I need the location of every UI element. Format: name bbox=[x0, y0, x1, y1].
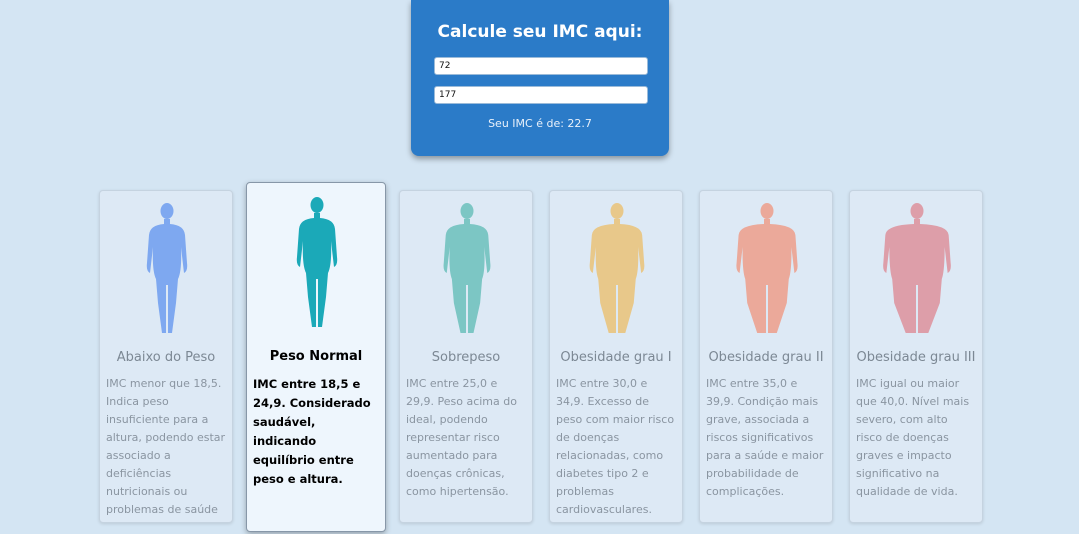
obese-3-body-icon bbox=[883, 203, 951, 333]
obese-1-body-icon bbox=[589, 203, 645, 333]
category-title: Obesidade grau III bbox=[856, 350, 976, 365]
overweight-body-icon bbox=[443, 203, 491, 333]
bmi-categories: Abaixo do Peso IMC menor que 18,5. Indic… bbox=[99, 182, 983, 532]
silhouette-body bbox=[736, 219, 798, 333]
imc-result: Seu IMC é de: 22.7 bbox=[488, 117, 592, 130]
category-description: IMC entre 25,0 e 29,9. Peso acima do ide… bbox=[406, 377, 517, 498]
category-card-underweight: Abaixo do Peso IMC menor que 18,5. Indic… bbox=[99, 190, 233, 523]
silhouette-head bbox=[310, 197, 324, 213]
silhouette-body bbox=[443, 219, 491, 333]
weight-input[interactable] bbox=[434, 57, 648, 75]
silhouette-head bbox=[610, 203, 624, 219]
silhouette-body bbox=[589, 219, 645, 333]
thin-body-icon bbox=[146, 203, 188, 333]
category-card-overweight: Sobrepeso IMC entre 25,0 e 29,9. Peso ac… bbox=[399, 190, 533, 523]
category-title: Obesidade grau I bbox=[560, 350, 672, 365]
silhouette-head bbox=[160, 203, 174, 219]
imc-calculator-panel: Calcule seu IMC aqui: Seu IMC é de: 22.7 bbox=[411, 0, 669, 156]
category-title: Peso Normal bbox=[269, 349, 363, 364]
obese-2-body-icon bbox=[736, 203, 798, 333]
silhouette bbox=[736, 203, 798, 333]
category-description: IMC entre 30,0 e 34,9. Excesso de peso c… bbox=[556, 377, 675, 516]
silhouette bbox=[443, 203, 491, 333]
category-card-obese-1: Obesidade grau I IMC entre 30,0 e 34,9. … bbox=[549, 190, 683, 523]
silhouette-head bbox=[760, 203, 774, 219]
category-card-obese-2: Obesidade grau II IMC entre 35,0 e 39,9.… bbox=[699, 190, 833, 523]
category-title: Abaixo do Peso bbox=[116, 350, 216, 365]
silhouette-body bbox=[883, 219, 951, 333]
silhouette bbox=[883, 203, 951, 333]
silhouette-body bbox=[146, 219, 188, 333]
category-title: Obesidade grau II bbox=[708, 350, 824, 365]
calculator-title: Calcule seu IMC aqui: bbox=[437, 22, 643, 42]
silhouette-body bbox=[296, 213, 338, 327]
category-description: IMC menor que 18,5. Indica peso insufici… bbox=[106, 377, 226, 516]
category-title: Sobrepeso bbox=[431, 350, 501, 365]
silhouette-head bbox=[460, 203, 474, 219]
category-card-normal: Peso Normal IMC entre 18,5 e 24,9. Consi… bbox=[246, 182, 386, 532]
normal-body-icon bbox=[296, 197, 338, 327]
category-description: IMC igual ou maior que 40,0. Nível mais … bbox=[856, 377, 970, 498]
silhouette bbox=[296, 197, 338, 327]
height-input[interactable] bbox=[434, 86, 648, 104]
silhouette bbox=[589, 203, 645, 333]
category-card-obese-3: Obesidade grau III IMC igual ou maior qu… bbox=[849, 190, 983, 523]
category-description: IMC entre 18,5 e 24,9. Considerado saudá… bbox=[253, 377, 371, 486]
silhouette-head bbox=[910, 203, 924, 219]
category-description: IMC entre 35,0 e 39,9. Condição mais gra… bbox=[706, 377, 824, 498]
silhouette bbox=[146, 203, 188, 333]
